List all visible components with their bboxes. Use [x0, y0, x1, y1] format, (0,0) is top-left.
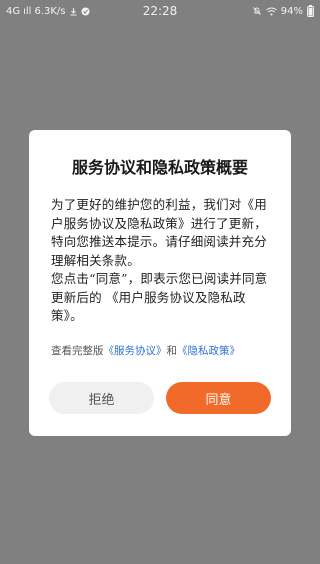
wifi-icon — [265, 7, 277, 16]
agreement-links: 查看完整版《服务协议》和《隐私政策》 — [51, 344, 269, 358]
battery-level: 94% — [280, 5, 303, 17]
accept-button[interactable]: 同意 — [166, 382, 271, 414]
links-and: 和 — [166, 344, 178, 357]
reject-button[interactable]: 拒绝 — [49, 382, 154, 414]
dialog-paragraph-consent: 您点击“同意”，即表示您已阅读并同意更新后的 《用户服务协议及隐私政策》。 — [51, 271, 268, 323]
dialog-paragraph-update: 为了更好的维护您的利益，我们对《用户服务协议及隐私政策》进行了更新，特向您推送本… — [51, 197, 267, 268]
dialog-title: 服务协议和隐私政策概要 — [71, 158, 248, 177]
battery-icon — [307, 5, 314, 17]
dialog-body: 为了更好的维护您的利益，我们对《用户服务协议及隐私政策》进行了更新，特向您推送本… — [51, 196, 269, 326]
privacy-policy-link[interactable]: 《隐私政策》 — [177, 345, 240, 357]
service-agreement-link[interactable]: 《服务协议》 — [104, 345, 167, 357]
links-prefix: 查看完整版 — [51, 344, 104, 357]
agreement-dialog: 服务协议和隐私政策概要 为了更好的维护您的利益，我们对《用户服务协议及隐私政策》… — [29, 130, 291, 436]
dialog-buttons: 拒绝 同意 — [49, 382, 271, 414]
mute-icon — [252, 6, 262, 16]
status-bar: 4G ıll 6.3K/s 22:28 94% — [0, 0, 320, 22]
status-bar-right: 94% — [252, 0, 314, 22]
